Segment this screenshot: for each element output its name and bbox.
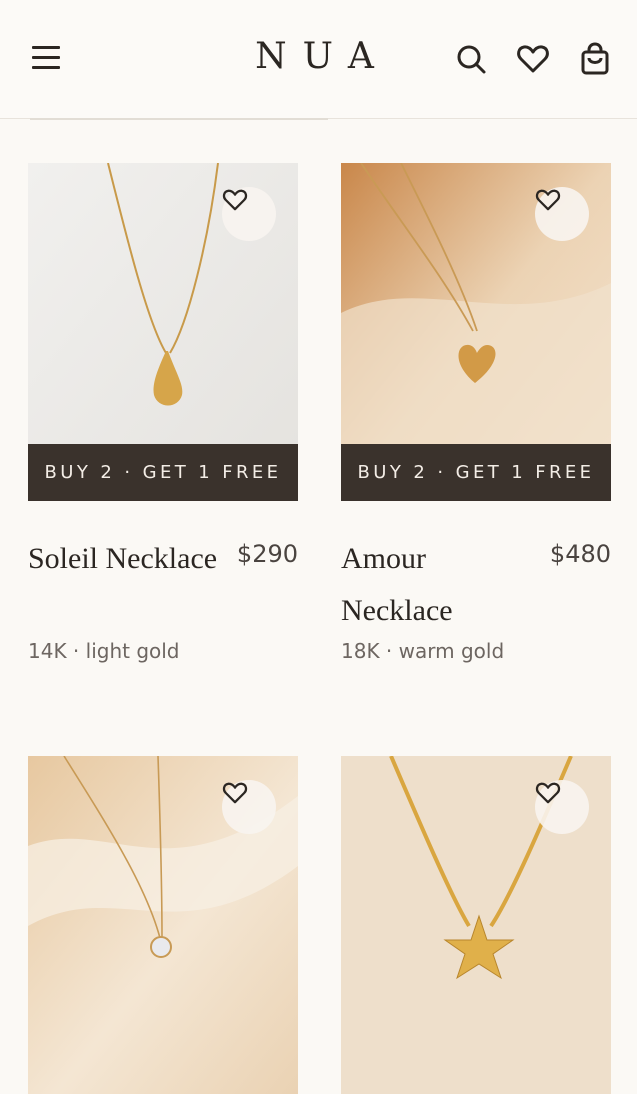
product-price: $290 (236, 540, 298, 568)
favorite-heart-icon[interactable] (535, 780, 589, 834)
product-image[interactable] (341, 756, 611, 1094)
favorite-heart-icon[interactable] (535, 187, 589, 241)
product-image[interactable] (28, 756, 298, 1094)
product-name[interactable]: Soleil Necklace (28, 533, 228, 585)
favorite-heart-icon[interactable] (222, 780, 276, 834)
product-name[interactable]: Amour Necklace (341, 533, 541, 637)
product-image[interactable]: BUY 2 · GET 1 FREE (28, 163, 298, 501)
app-header: NUA (0, 0, 637, 120)
header-divider (30, 118, 328, 120)
wishlist-heart-icon[interactable] (516, 42, 550, 76)
promo-banner: BUY 2 · GET 1 FREE (341, 444, 611, 501)
search-icon[interactable] (454, 42, 488, 76)
product-material: 18K · warm gold (341, 639, 505, 663)
product-material: 14K · light gold (28, 639, 180, 663)
promo-banner: BUY 2 · GET 1 FREE (28, 444, 298, 501)
shopping-bag-icon[interactable] (578, 42, 612, 76)
product-price: $480 (549, 540, 611, 568)
favorite-heart-icon[interactable] (222, 187, 276, 241)
product-image[interactable]: BUY 2 · GET 1 FREE (341, 163, 611, 501)
